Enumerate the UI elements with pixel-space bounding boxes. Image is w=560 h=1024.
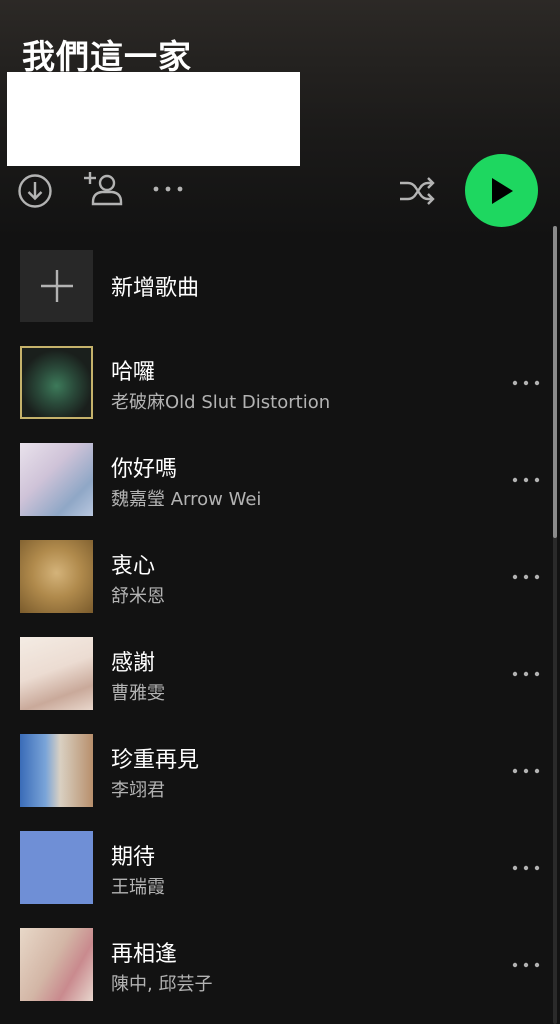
add-song-row[interactable]: 新增歌曲 [20, 250, 540, 322]
track-row[interactable]: 你好嗎 魏嘉瑩 Arrow Wei [0, 443, 560, 540]
track-title: 再相逢 [111, 942, 178, 967]
more-dots-icon [512, 574, 540, 580]
album-cover [20, 443, 93, 516]
track-title: 你好嗎 [111, 457, 178, 482]
track-artist: 曹雅雯 [111, 683, 165, 704]
more-dots-icon [512, 380, 540, 386]
track-artist: 老破麻Old Slut Distortion [111, 392, 331, 413]
track-more-button[interactable] [506, 562, 546, 592]
shuffle-button[interactable] [396, 172, 438, 210]
more-dots-icon [512, 477, 540, 483]
track-title: 感謝 [111, 651, 156, 676]
album-cover [20, 346, 93, 419]
plus-icon [40, 270, 73, 302]
track-artist: 舒米恩 [111, 586, 165, 607]
album-cover [20, 831, 93, 904]
more-dots-icon [512, 962, 540, 968]
track-more-button[interactable] [506, 659, 546, 689]
download-button[interactable] [16, 172, 54, 210]
album-cover [20, 928, 93, 1001]
track-title: 衷心 [111, 554, 156, 579]
track-more-button[interactable] [506, 950, 546, 980]
track-more-button[interactable] [506, 756, 546, 786]
more-dots-icon [512, 768, 540, 774]
track-title: 期待 [111, 845, 156, 870]
album-cover [20, 637, 93, 710]
track-row[interactable]: 哈囉 老破麻Old Slut Distortion [0, 346, 560, 443]
track-more-button[interactable] [506, 465, 546, 495]
play-icon [491, 177, 513, 204]
more-dots-icon [512, 865, 540, 871]
play-button[interactable] [465, 154, 538, 227]
track-row[interactable]: 再相逢 陳中, 邱芸子 [0, 928, 560, 1024]
add-song-label: 新增歌曲 [111, 276, 200, 301]
playlist-controls [0, 150, 560, 230]
track-row[interactable]: 感謝 曹雅雯 [0, 637, 560, 734]
track-more-button[interactable] [506, 368, 546, 398]
download-circle-icon [18, 174, 52, 208]
shuffle-icon [400, 177, 435, 205]
add-song-tile [20, 250, 93, 322]
more-dots-icon [512, 671, 540, 677]
track-row[interactable]: 珍重再見 李翊君 [0, 734, 560, 831]
track-row[interactable]: 衷心 舒米恩 [0, 540, 560, 637]
track-artist: 李翊君 [111, 780, 165, 801]
track-row[interactable]: 期待 王瑞霞 [0, 831, 560, 928]
track-artist: 魏嘉瑩 Arrow Wei [111, 489, 262, 510]
add-user-icon [84, 172, 123, 206]
more-options-button[interactable] [150, 174, 186, 204]
playlist-title: 我們這一家 [22, 37, 192, 76]
scrollbar-thumb[interactable] [553, 226, 557, 538]
track-list: 哈囉 老破麻Old Slut Distortion 你好嗎 魏嘉瑩 Arrow … [0, 346, 560, 1024]
more-dots-icon [153, 186, 183, 192]
track-artist: 王瑞霞 [111, 877, 165, 898]
track-more-button[interactable] [506, 853, 546, 883]
album-cover [20, 540, 93, 613]
album-cover [20, 734, 93, 807]
track-artist: 陳中, 邱芸子 [111, 974, 213, 995]
track-title: 哈囉 [111, 360, 156, 385]
track-title: 珍重再見 [111, 748, 200, 773]
add-collaborator-button[interactable] [82, 168, 124, 210]
